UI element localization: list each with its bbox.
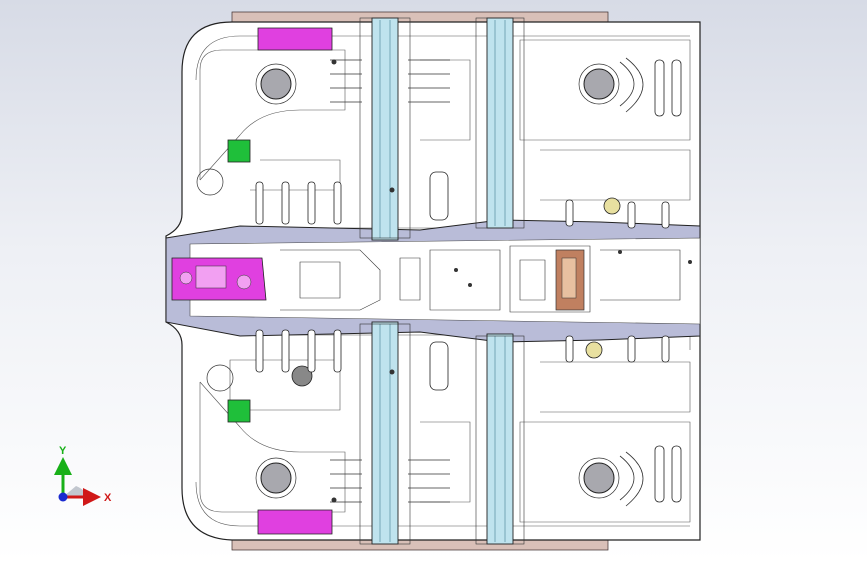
z-axis-dot — [58, 492, 68, 502]
y-axis-label: Y — [59, 445, 67, 457]
floor-pan-model[interactable] — [0, 0, 867, 562]
x-axis-label: X — [104, 492, 112, 504]
graphics-viewport[interactable]: Y X — [0, 0, 867, 562]
coordinate-triad: Y X — [54, 445, 112, 506]
